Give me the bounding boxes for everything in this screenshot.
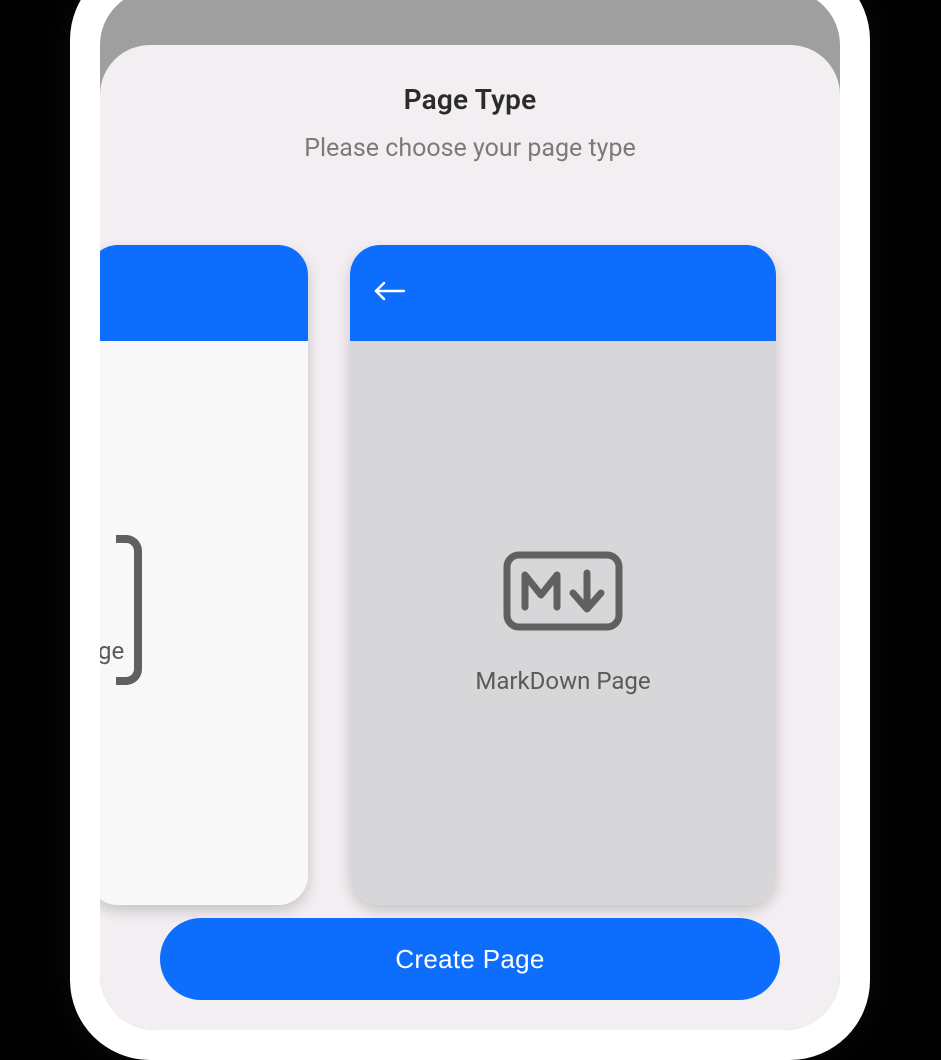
- phone-frame: Page Type Please choose your page type g…: [70, 0, 870, 1060]
- create-page-button[interactable]: Create Page: [160, 918, 780, 1000]
- page-type-card-prev[interactable]: ge: [100, 245, 308, 905]
- card-body: MarkDown Page: [350, 341, 776, 905]
- page-type-cards: ge: [100, 245, 840, 905]
- markdown-icon: [503, 551, 623, 631]
- card-header: [100, 245, 308, 341]
- sheet-title: Page Type: [100, 83, 840, 116]
- arrow-left-icon: [372, 279, 406, 307]
- card-body: ge: [100, 341, 308, 905]
- card-label: ge: [100, 637, 124, 665]
- sheet-subtitle: Please choose your page type: [100, 134, 840, 163]
- page-type-sheet: Page Type Please choose your page type g…: [100, 45, 840, 1030]
- card-header: [350, 245, 776, 341]
- phone-screen: Page Type Please choose your page type g…: [100, 0, 840, 1030]
- page-type-card-markdown[interactable]: MarkDown Page: [350, 245, 776, 905]
- card-label: MarkDown Page: [475, 667, 650, 695]
